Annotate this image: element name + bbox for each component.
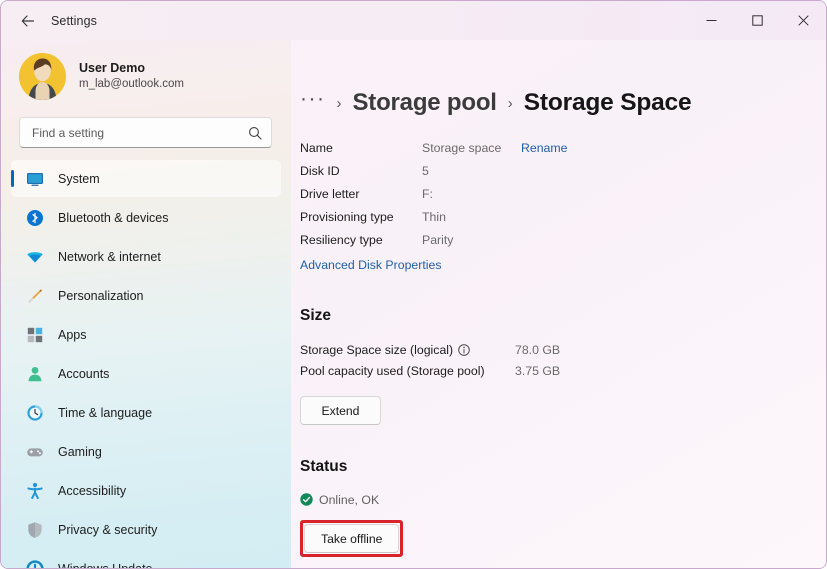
sidebar-item-label: Accounts xyxy=(58,367,109,381)
property-row: Provisioning typeThin xyxy=(300,205,826,228)
monitor-icon xyxy=(25,169,44,188)
take-offline-button[interactable]: Take offline xyxy=(304,524,399,553)
property-key: Disk ID xyxy=(300,164,422,178)
sidebar-item-system[interactable]: System xyxy=(11,160,281,197)
sidebar-item-personalization[interactable]: Personalization xyxy=(11,277,281,314)
apps-icon xyxy=(25,325,44,344)
breadcrumb-separator-2: › xyxy=(508,95,513,112)
size-value: 78.0 GB xyxy=(515,343,560,357)
search-icon xyxy=(248,126,262,140)
accessibility-icon xyxy=(25,481,44,500)
maximize-icon xyxy=(752,15,763,26)
property-row: Drive letterF: xyxy=(300,182,826,205)
breadcrumb: ··· › Storage pool › Storage Space xyxy=(300,89,826,117)
property-value: Thin xyxy=(422,210,521,224)
wifi-icon xyxy=(25,247,44,266)
property-key: Drive letter xyxy=(300,187,422,201)
size-label-wrap: Pool capacity used (Storage pool) xyxy=(300,364,515,378)
account-block[interactable]: User Demo m_lab@outlook.com xyxy=(19,53,291,100)
sidebar-item-accounts[interactable]: Accounts xyxy=(11,355,281,392)
sidebar-item-accessibility[interactable]: Accessibility xyxy=(11,472,281,509)
online-check-icon xyxy=(300,493,313,506)
maximize-button[interactable] xyxy=(734,1,780,40)
sidebar-item-gaming[interactable]: Gaming xyxy=(11,433,281,470)
size-rows: Storage Space size (logical) 78.0 GBPool… xyxy=(300,339,826,381)
sidebar-item-time-language[interactable]: Time & language xyxy=(11,394,281,431)
bluetooth-icon xyxy=(25,208,44,227)
minimize-button[interactable] xyxy=(688,1,734,40)
properties-table: NameStorage spaceRenameDisk ID5Drive let… xyxy=(300,136,826,251)
size-value: 3.75 GB xyxy=(515,364,560,378)
close-icon xyxy=(798,15,809,26)
extend-button[interactable]: Extend xyxy=(300,396,381,425)
sidebar-item-label: Gaming xyxy=(58,445,102,459)
status-section-heading: Status xyxy=(300,458,826,476)
status-badge: Online, OK xyxy=(300,491,826,508)
gamepad-icon xyxy=(25,442,44,461)
sidebar-item-windows-update[interactable]: Windows Update xyxy=(11,550,281,568)
search-input[interactable] xyxy=(32,126,248,140)
property-value: Parity xyxy=(422,233,521,247)
update-icon xyxy=(25,559,44,568)
property-row: Resiliency typeParity xyxy=(300,228,826,251)
property-value: 5 xyxy=(422,164,521,178)
property-key: Resiliency type xyxy=(300,233,422,247)
account-email: m_lab@outlook.com xyxy=(79,77,184,93)
window-controls xyxy=(688,1,826,40)
size-row: Pool capacity used (Storage pool) 3.75 GB xyxy=(300,360,826,381)
property-key: Provisioning type xyxy=(300,210,422,224)
sidebar-item-apps[interactable]: Apps xyxy=(11,316,281,353)
size-label-wrap: Storage Space size (logical) xyxy=(300,343,515,357)
size-label: Storage Space size (logical) xyxy=(300,343,453,357)
breadcrumb-parent-link[interactable]: Storage pool xyxy=(352,89,496,117)
sidebar-item-label: Time & language xyxy=(58,406,152,420)
main-content: ··· › Storage pool › Storage Space NameS… xyxy=(291,40,826,568)
sidebar-item-label: Privacy & security xyxy=(58,523,157,537)
back-button[interactable] xyxy=(11,6,45,36)
window-title: Settings xyxy=(51,14,97,28)
sidebar-item-label: Bluetooth & devices xyxy=(58,211,169,225)
breadcrumb-separator-1: › xyxy=(336,95,341,112)
sidebar-item-network-internet[interactable]: Network & internet xyxy=(11,238,281,275)
sidebar-item-privacy-security[interactable]: Privacy & security xyxy=(11,511,281,548)
breadcrumb-overflow-button[interactable]: ··· xyxy=(300,88,325,109)
sidebar-item-bluetooth-devices[interactable]: Bluetooth & devices xyxy=(11,199,281,236)
property-value: F: xyxy=(422,187,521,201)
status-text: Online, OK xyxy=(319,493,379,507)
size-section-heading: Size xyxy=(300,307,826,325)
take-offline-highlight: Take offline xyxy=(300,520,403,557)
rename-link[interactable]: Rename xyxy=(521,141,567,155)
sidebar-item-label: Personalization xyxy=(58,289,143,303)
sidebar: User Demo m_lab@outlook.com System xyxy=(1,40,291,568)
back-arrow-icon xyxy=(20,13,36,29)
page-title: Storage Space xyxy=(524,89,692,117)
close-button[interactable] xyxy=(780,1,826,40)
clock-icon xyxy=(25,403,44,422)
settings-window: Settings xyxy=(0,0,827,569)
info-icon[interactable] xyxy=(458,344,470,356)
sidebar-item-label: System xyxy=(58,172,100,186)
size-row: Storage Space size (logical) 78.0 GB xyxy=(300,339,826,360)
person-icon xyxy=(25,364,44,383)
property-value: Storage space xyxy=(422,141,521,155)
property-key: Name xyxy=(300,141,422,155)
sidebar-item-label: Network & internet xyxy=(58,250,161,264)
title-bar: Settings xyxy=(1,1,826,40)
sidebar-item-label: Windows Update xyxy=(58,562,153,569)
avatar-icon xyxy=(19,53,66,100)
minimize-icon xyxy=(706,15,717,26)
sidebar-item-label: Accessibility xyxy=(58,484,126,498)
avatar xyxy=(19,53,66,100)
size-label: Pool capacity used (Storage pool) xyxy=(300,364,485,378)
property-row: Disk ID5 xyxy=(300,159,826,182)
sidebar-nav: System Bluetooth & devices Network & int… xyxy=(1,160,291,568)
property-row: NameStorage spaceRename xyxy=(300,136,826,159)
advanced-disk-properties-link[interactable]: Advanced Disk Properties xyxy=(300,258,441,272)
shield-icon xyxy=(25,520,44,539)
search-box[interactable] xyxy=(19,117,272,148)
brush-icon xyxy=(25,286,44,305)
account-name: User Demo xyxy=(79,60,184,77)
sidebar-item-label: Apps xyxy=(58,328,87,342)
